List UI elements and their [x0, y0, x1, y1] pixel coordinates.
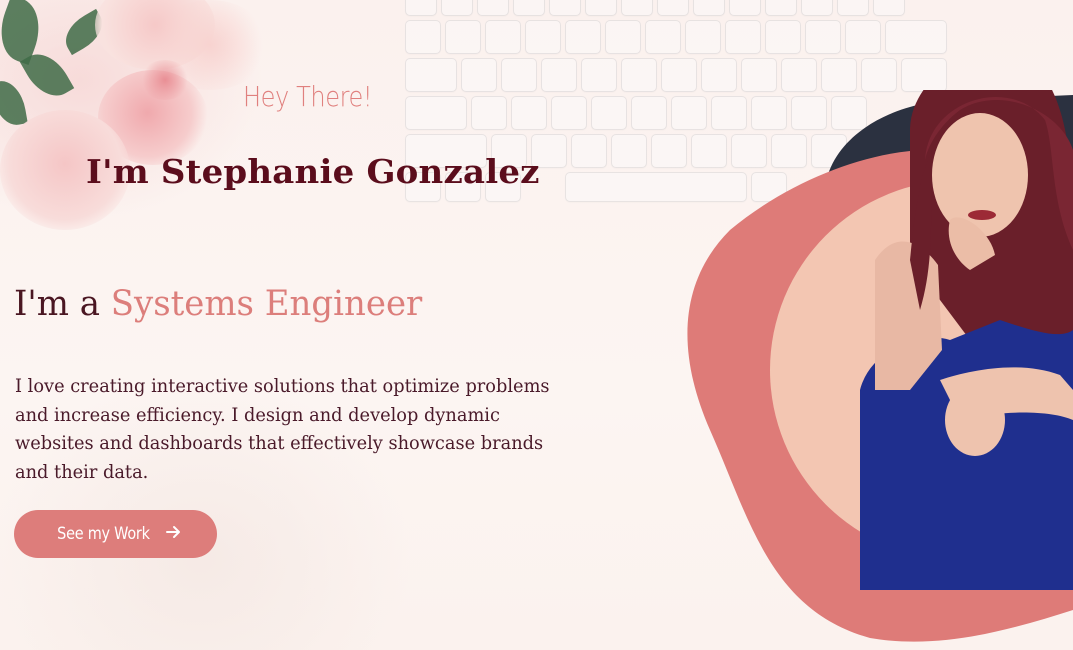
flowers-decoration [0, 0, 270, 240]
hero-description: I love creating interactive solutions th… [15, 375, 550, 483]
see-my-work-button[interactable]: See my Work [14, 510, 217, 558]
see-my-work-label: See my Work [57, 524, 150, 544]
role-heading: I'm a Systems Engineer [14, 284, 422, 324]
greeting-text: Hey There! [243, 80, 373, 113]
hero-name: I'm Stephanie Gonzalez [86, 152, 540, 191]
role-prefix: I'm a [14, 284, 111, 324]
role-title: Systems Engineer [110, 284, 423, 324]
hero-portrait-illustration [687, 90, 1073, 642]
arrow-right-icon [165, 524, 182, 544]
